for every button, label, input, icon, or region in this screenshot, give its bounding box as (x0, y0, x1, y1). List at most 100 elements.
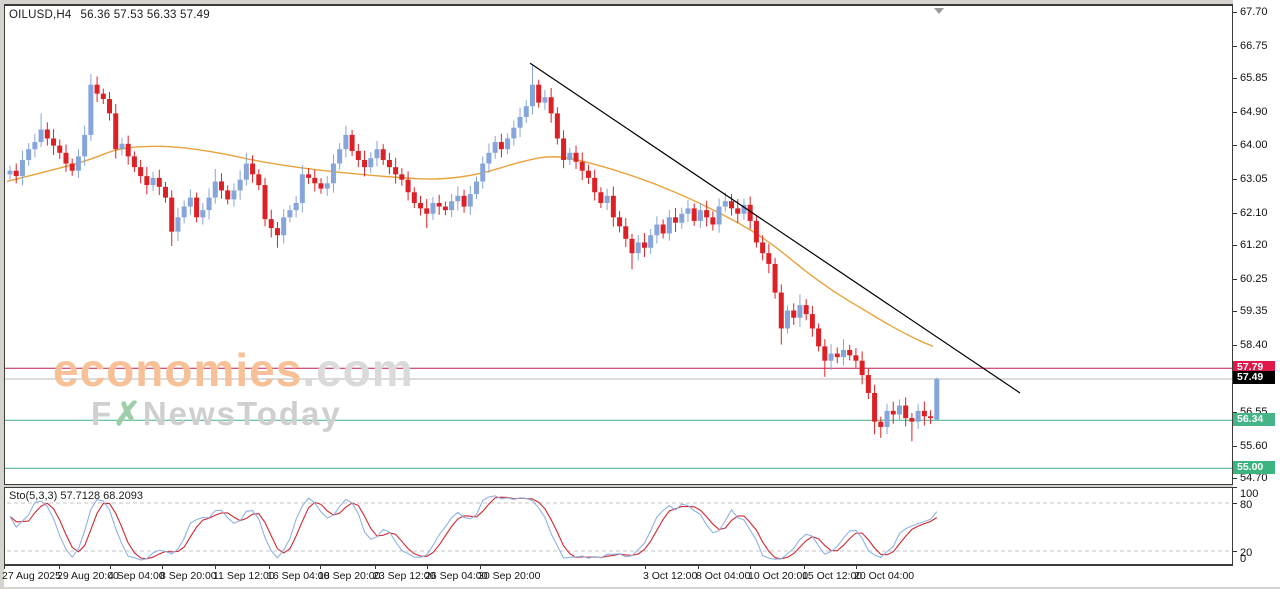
date-tick (375, 566, 376, 569)
candle-body (897, 406, 902, 415)
candle-body (387, 160, 392, 167)
symbol-timeframe: OILUSD,H4 (9, 9, 72, 21)
candle-body (225, 190, 230, 199)
candle-body (331, 164, 336, 184)
candle-body (505, 138, 510, 149)
candle-body (138, 167, 143, 176)
stochastic-panel[interactable]: Sto(5,3,3) 57.7128 68.2093 (4, 487, 1233, 566)
candle-body (399, 174, 404, 179)
candle-body (157, 178, 162, 187)
candle-body (605, 196, 610, 203)
date-tick (4, 566, 5, 569)
candle-body (642, 242, 647, 247)
price-tick (1233, 46, 1237, 47)
price-axis-label: 55.60 (1240, 440, 1268, 452)
date-label: 20 Oct 04:00 (854, 570, 914, 582)
candle-body (773, 264, 778, 293)
candle-body (760, 242, 765, 253)
candle-body (561, 138, 566, 160)
candle-body (729, 201, 734, 208)
candle-body (362, 160, 367, 167)
candle-body (412, 192, 417, 203)
price-axis[interactable]: 67.7066.7565.8564.9064.0063.0562.1061.20… (1233, 0, 1280, 566)
watermark-brand: economies (53, 344, 302, 396)
price-tick (1233, 245, 1237, 246)
candle-body (430, 203, 435, 214)
candle-body (717, 207, 722, 225)
chart-shift-marker-icon[interactable] (934, 8, 944, 14)
price-axis-label: 64.00 (1240, 139, 1268, 151)
candle-body (673, 217, 678, 222)
candle-body (393, 167, 398, 174)
date-tick (427, 566, 428, 569)
price-tick (1233, 279, 1237, 280)
candle-body (810, 314, 815, 328)
date-tick (804, 566, 805, 569)
candle-body (847, 350, 852, 355)
candle-body (188, 198, 193, 207)
mt4-chart-window: OILUSD,H4 56.36 57.53 56.33 57.49 economi… (0, 0, 1280, 589)
candle-body (934, 379, 939, 420)
candle-body (95, 85, 100, 94)
candle-body (872, 393, 877, 422)
price-chart-panel[interactable]: OILUSD,H4 56.36 57.53 56.33 57.49 economi… (4, 4, 1233, 485)
candle-body (32, 142, 37, 149)
candle-body (26, 149, 31, 160)
price-badge: 55.00 (1233, 461, 1275, 474)
candle-body (194, 198, 199, 218)
price-axis-label: 66.75 (1240, 40, 1268, 52)
candle-body (853, 355, 858, 360)
candle-body (250, 164, 255, 175)
candle-body (182, 207, 187, 218)
price-badge: 57.49 (1233, 371, 1275, 384)
candle-body (107, 99, 112, 113)
date-label: 27 Aug 2025 (2, 570, 61, 582)
descending-trendline[interactable] (530, 63, 1020, 393)
time-axis[interactable]: 27 Aug 202529 Aug 20:004 Sep 04:008 Sep … (4, 566, 1280, 587)
date-tick (215, 566, 216, 569)
stochastic-axis: 10080200 (1233, 486, 1280, 566)
candle-body (63, 153, 68, 164)
candle-body (462, 196, 467, 207)
stochastic-main-line (10, 496, 937, 560)
candle-body (567, 153, 572, 160)
price-axis-label: 67.70 (1240, 6, 1268, 18)
candle-body (82, 135, 87, 157)
candle-body (119, 144, 124, 149)
candle-body (169, 198, 174, 232)
candle-body (374, 149, 379, 158)
candle-body (443, 207, 448, 211)
candle-body (474, 181, 479, 194)
candle-body (822, 346, 827, 360)
candle-body (219, 181, 224, 190)
candle-body (710, 217, 715, 224)
candle-body (530, 85, 535, 107)
candle-body (524, 106, 529, 117)
candle-body (368, 158, 373, 167)
candle-body (779, 293, 784, 329)
price-axis-label: 63.05 (1240, 173, 1268, 185)
candle-body (685, 208, 690, 213)
price-axis-label: 64.90 (1240, 106, 1268, 118)
candle-body (542, 97, 547, 102)
candle-body (574, 153, 579, 162)
date-tick (110, 566, 111, 569)
candle-body (499, 142, 504, 149)
candle-body (866, 375, 871, 393)
candle-body (555, 113, 560, 138)
date-tick (750, 566, 751, 569)
candle-body (486, 153, 491, 164)
candle-body (667, 217, 672, 233)
candle-body (791, 311, 796, 318)
candle-body (381, 149, 386, 160)
ohlc-values: 56.36 57.53 56.33 57.49 (81, 9, 210, 21)
candle-body (175, 217, 180, 231)
price-tick (1233, 446, 1237, 447)
candle-body (592, 178, 597, 192)
candle-body (88, 85, 93, 135)
candle-body (816, 328, 821, 346)
candle-body (287, 210, 292, 217)
candle-body (406, 180, 411, 193)
candle-body (835, 354, 840, 358)
candle-body (797, 305, 802, 318)
